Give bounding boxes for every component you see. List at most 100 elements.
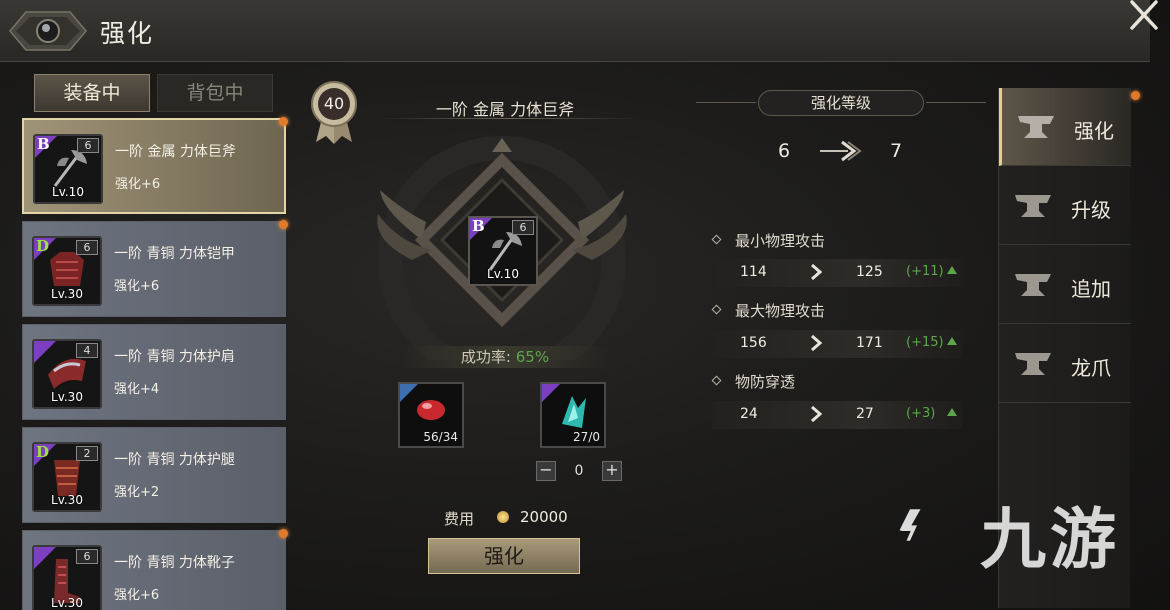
chevron-right-icon [811,334,822,352]
item-name: 一阶 青铜 力体靴子 [114,555,235,571]
material-count: 27/0 [573,430,600,444]
stat-increase: (+3) [906,406,936,421]
stat-to: 125 [856,264,883,280]
shoulder-icon: 4 Lv.30 [32,339,102,409]
quantity-value: 0 [574,463,584,479]
stat-from: 24 [740,406,758,422]
enhance-screen: 强化 装备中 背包中 B 6 Lv.10 一阶 金属 力体巨斧 强化+6 D 6… [0,0,1170,610]
list-item-armor[interactable]: D 6 Lv.30 一阶 青铜 力体铠甲 强化+6 [22,221,286,317]
grade-letter: B [472,217,485,235]
count-badge: 4 [76,343,98,358]
success-rate: 成功率: 65% [400,346,610,368]
level-to: 7 [890,140,903,162]
success-label: 成功率: [460,348,511,366]
stat-to: 171 [856,335,883,351]
divider [926,102,986,103]
tab-backpack[interactable]: 背包中 [157,74,273,112]
stat-name: 最大物理攻击 [735,302,826,320]
item-enhance: 强化+2 [114,485,160,500]
tab-equipped[interactable]: 装备中 [34,74,150,112]
quantity-plus-button[interactable]: + [602,461,622,481]
list-item-axe[interactable]: B 6 Lv.10 一阶 金属 力体巨斧 强化+6 [22,118,286,214]
item-level: Lv.30 [51,390,83,404]
stat-row: 24 27 (+3) [712,401,962,429]
stat-row: 114 125 (+11) [712,259,962,287]
list-item-shoulder[interactable]: 4 Lv.30 一阶 青铜 力体护肩 强化+4 [22,324,286,420]
success-value: 65% [515,348,550,366]
arrow-right-icon [820,140,862,162]
axe-icon: B 6 Lv.10 [33,134,103,204]
quantity-minus-button[interactable]: − [536,461,556,481]
armor-icon: D 6 Lv.30 [32,236,102,306]
boots-icon: 6 Lv.30 [32,545,102,610]
arrow-up-icon [947,266,957,274]
divider [378,118,638,119]
grade-letter: D [36,237,50,255]
count-badge: 6 [76,240,98,255]
cost-label: 费用 [444,510,475,528]
item-enhance: 强化+4 [114,382,160,397]
watermark-text: 九游 [980,501,1120,578]
anvil-icon [1015,353,1051,375]
diamond-icon [711,234,722,245]
equipment-list: B 6 Lv.10 一阶 金属 力体巨斧 强化+6 D 6 Lv.30 一阶 青… [22,118,286,610]
anvil-icon [1018,116,1054,138]
selected-item-slot: B 6 Lv.10 [468,216,538,286]
watermark-logo-icon [899,509,921,541]
item-enhance: 强化+6 [115,177,161,192]
item-name: 一阶 青铜 力体铠甲 [114,246,235,262]
menu-item-dragon-claw[interactable]: 龙爪 [999,325,1131,403]
anvil-icon [1015,195,1051,217]
stat-from: 114 [740,264,767,280]
grade-letter: B [37,135,50,153]
greaves-icon: D 2 Lv.30 [32,442,102,512]
chevron-right-icon [811,405,822,423]
alert-dot [1131,91,1140,100]
count-badge: 6 [512,220,534,235]
material-slot-2[interactable]: 27/0 [540,382,606,448]
item-name: 一阶 金属 力体巨斧 [115,144,236,160]
item-name: 一阶 青铜 力体护腿 [114,452,235,468]
grade-letter: D [36,443,50,461]
diamond-icon [711,304,722,315]
arrow-up-icon [947,408,957,416]
item-name: 一阶 青铜 力体护肩 [114,349,235,365]
stat-increase: (+15) [906,335,944,350]
list-item-boots[interactable]: 6 Lv.30 一阶 青铜 力体靴子 强化+6 [22,530,286,610]
alert-dot [279,117,288,126]
menu-label: 龙爪 [1071,356,1111,380]
item-enhance: 强化+6 [114,279,160,294]
count-badge: 2 [76,446,98,461]
top-bar: 强化 [0,0,1150,62]
item-title: 一阶 金属 力体巨斧 [435,100,575,119]
menu-label: 强化 [1074,119,1114,143]
stat-row: 156 171 (+15) [712,330,962,358]
cost-value: 20000 [520,508,568,526]
player-level: 40 [323,94,345,113]
alert-dot [279,220,288,229]
menu-label: 升级 [1071,198,1111,222]
level-from: 6 [778,140,791,162]
coin-icon [497,511,509,523]
stat-name: 最小物理攻击 [735,232,826,250]
count-badge: 6 [77,138,99,153]
list-item-greaves[interactable]: D 2 Lv.30 一阶 青铜 力体护腿 强化+2 [22,427,286,523]
item-enhance: 强化+6 [114,588,160,603]
divider [696,102,756,103]
material-slot-1[interactable]: 56/34 [398,382,464,448]
stat-increase: (+11) [906,264,944,279]
enhance-level-title: 强化等级 [758,90,924,116]
menu-item-enhance[interactable]: 强化 [999,88,1131,166]
enhance-button[interactable]: 强化 [428,538,580,574]
stat-name: 物防穿透 [735,373,796,391]
close-icon[interactable] [1124,0,1164,30]
emblem-icon [9,11,87,51]
item-level: Lv.10 [487,267,519,281]
level-medal-icon [311,81,357,144]
menu-item-upgrade[interactable]: 升级 [999,167,1131,245]
menu-item-append[interactable]: 追加 [999,246,1131,324]
item-level: Lv.30 [51,596,83,610]
item-level: Lv.30 [51,493,83,507]
material-count: 56/34 [423,430,458,444]
stat-to: 27 [856,406,874,422]
